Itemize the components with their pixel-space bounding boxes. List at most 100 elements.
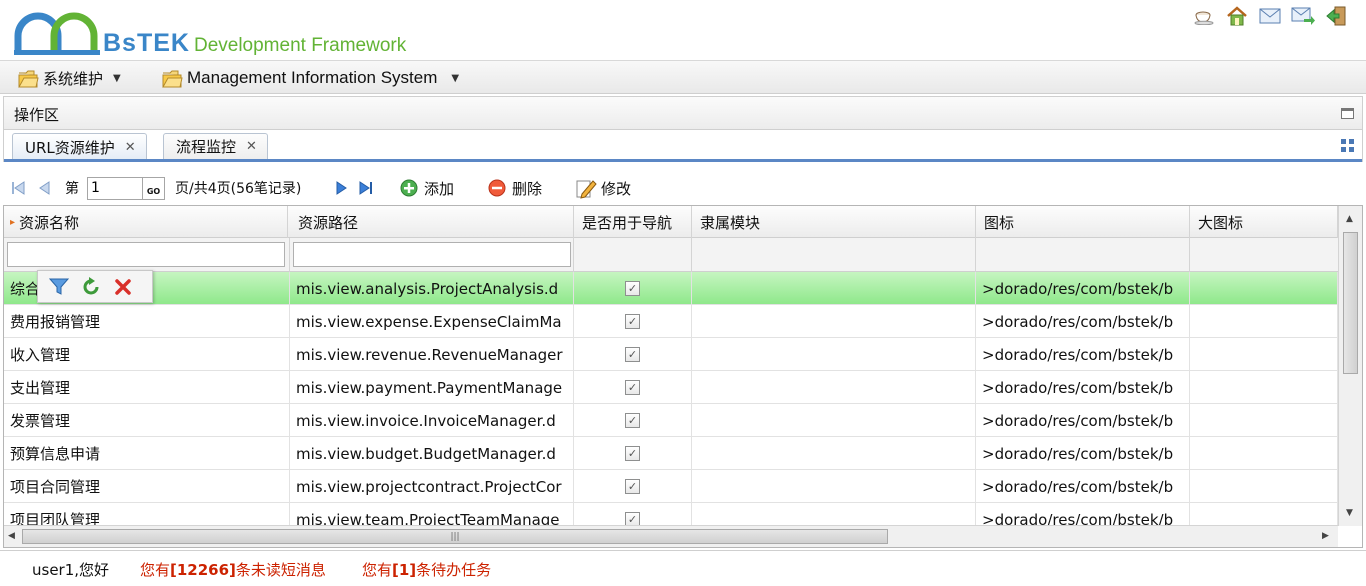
cell-icon[interactable]: >dorado/res/com/bstek/b — [976, 437, 1190, 470]
cell-module[interactable] — [692, 503, 976, 526]
cell-nav[interactable]: ✓ — [574, 470, 692, 503]
cell-big-icon[interactable] — [1190, 404, 1338, 437]
tab-process-monitor[interactable]: 流程监控 ✕ — [163, 133, 268, 159]
pending-tasks-link[interactable]: 您有[1]条待办任务 — [362, 559, 491, 580]
horizontal-scrollbar[interactable]: ◀ ||| ▶ — [4, 525, 1338, 547]
cell-name[interactable]: 支出管理 — [4, 371, 290, 404]
cell-big-icon[interactable] — [1190, 371, 1338, 404]
prev-page-button[interactable] — [37, 176, 53, 200]
menu-mis[interactable]: Management Information System ▼ — [162, 66, 459, 90]
first-page-button[interactable] — [9, 176, 27, 200]
cell-path[interactable]: mis.view.projectcontract.ProjectCor — [290, 470, 574, 503]
cell-nav[interactable]: ✓ — [574, 371, 692, 404]
cell-icon[interactable]: >dorado/res/com/bstek/b — [976, 503, 1190, 526]
cell-name[interactable]: 收入管理 — [4, 338, 290, 371]
unread-messages-link[interactable]: 您有[12266]条未读短消息 — [140, 559, 326, 580]
cell-name[interactable]: 费用报销管理 — [4, 305, 290, 338]
cell-big-icon[interactable] — [1190, 338, 1338, 371]
cell-icon[interactable]: >dorado/res/com/bstek/b — [976, 305, 1190, 338]
go-button[interactable]: GO — [143, 176, 165, 200]
name-filter-input[interactable] — [7, 242, 285, 267]
column-header-module[interactable]: 隶属模块 — [692, 206, 976, 238]
table-row[interactable]: 项目合同管理 mis.view.projectcontract.ProjectCo… — [4, 470, 1338, 503]
cell-path[interactable]: mis.view.revenue.RevenueManager — [290, 338, 574, 371]
cell-nav[interactable]: ✓ — [574, 404, 692, 437]
vertical-scrollbar[interactable]: ▲ ▼ — [1338, 206, 1362, 526]
cell-big-icon[interactable] — [1190, 272, 1338, 305]
nav-checkbox[interactable]: ✓ — [625, 446, 640, 461]
cell-nav[interactable]: ✓ — [574, 503, 692, 526]
cell-name[interactable]: 项目合同管理 — [4, 470, 290, 503]
page-number-input[interactable] — [87, 176, 143, 200]
cell-path[interactable]: mis.view.payment.PaymentManage — [290, 371, 574, 404]
cell-name[interactable]: 发票管理 — [4, 404, 290, 437]
nav-checkbox[interactable]: ✓ — [625, 479, 640, 494]
column-header-icon[interactable]: 图标 — [976, 206, 1190, 238]
cell-icon[interactable]: >dorado/res/com/bstek/b — [976, 404, 1190, 437]
cell-module[interactable] — [692, 437, 976, 470]
cell-path[interactable]: mis.view.budget.BudgetManager.d — [290, 437, 574, 470]
cell-nav[interactable]: ✓ — [574, 338, 692, 371]
column-header-name[interactable]: ▸ 资源名称 — [4, 206, 288, 238]
nav-checkbox[interactable]: ✓ — [625, 347, 640, 362]
delete-button[interactable]: 删除 — [487, 176, 542, 200]
mail-forward-icon[interactable] — [1290, 5, 1315, 27]
scroll-down-icon[interactable]: ▼ — [1346, 508, 1353, 518]
menu-system-maintenance[interactable]: 系统维护 ▼ — [18, 66, 121, 90]
nav-checkbox[interactable]: ✓ — [625, 413, 640, 428]
cell-module[interactable] — [692, 272, 976, 305]
tab-list-icon[interactable] — [1341, 139, 1354, 156]
cell-module[interactable] — [692, 470, 976, 503]
cell-module[interactable] — [692, 404, 976, 437]
filter-icon[interactable] — [48, 276, 70, 298]
clear-icon[interactable] — [112, 276, 134, 298]
column-header-path[interactable]: 资源路径 — [290, 206, 574, 238]
table-row[interactable]: 预算信息申请 mis.view.budget.BudgetManager.d ✓ >d… — [4, 437, 1338, 470]
scroll-left-icon[interactable]: ◀ — [8, 531, 15, 541]
cell-big-icon[interactable] — [1190, 470, 1338, 503]
column-header-big-icon[interactable]: 大图标 — [1190, 206, 1338, 238]
cell-module[interactable] — [692, 305, 976, 338]
nav-checkbox[interactable]: ✓ — [625, 281, 640, 296]
table-row[interactable]: 发票管理 mis.view.invoice.InvoiceManager.d ✓ >d… — [4, 404, 1338, 437]
close-icon[interactable]: ✕ — [125, 140, 136, 155]
cell-path[interactable]: mis.view.invoice.InvoiceManager.d — [290, 404, 574, 437]
cell-module[interactable] — [692, 371, 976, 404]
exit-icon[interactable] — [1323, 5, 1348, 27]
close-icon[interactable]: ✕ — [246, 139, 257, 154]
nav-checkbox[interactable]: ✓ — [625, 512, 640, 526]
maximize-icon[interactable] — [1341, 108, 1354, 119]
cell-icon[interactable]: >dorado/res/com/bstek/b — [976, 272, 1190, 305]
nav-checkbox[interactable]: ✓ — [625, 380, 640, 395]
cell-nav[interactable]: ✓ — [574, 272, 692, 305]
table-row[interactable]: 项目团队管理 mis.view.team.ProjectTeamManage ✓ >d… — [4, 503, 1338, 526]
scroll-up-icon[interactable]: ▲ — [1346, 214, 1353, 224]
coffee-cup-icon[interactable] — [1191, 5, 1216, 27]
cell-nav[interactable]: ✓ — [574, 437, 692, 470]
cell-path[interactable]: mis.view.expense.ExpenseClaimMa — [290, 305, 574, 338]
cell-path[interactable]: mis.view.team.ProjectTeamManage — [290, 503, 574, 526]
table-row[interactable]: 支出管理 mis.view.payment.PaymentManage ✓ >dora… — [4, 371, 1338, 404]
cell-name[interactable]: 项目团队管理 — [4, 503, 290, 526]
last-page-button[interactable] — [357, 176, 377, 200]
scroll-right-icon[interactable]: ▶ — [1322, 531, 1329, 541]
cell-module[interactable] — [692, 338, 976, 371]
vertical-scroll-thumb[interactable] — [1343, 232, 1358, 374]
tab-url-resource[interactable]: URL资源维护 ✕ — [12, 133, 147, 160]
add-button[interactable]: 添加 — [399, 176, 454, 200]
table-row[interactable]: 费用报销管理 mis.view.expense.ExpenseClaimMa ✓ >d… — [4, 305, 1338, 338]
edit-button[interactable]: 修改 — [575, 176, 631, 200]
cell-big-icon[interactable] — [1190, 437, 1338, 470]
column-header-nav[interactable]: 是否用于导航 — [574, 206, 692, 238]
table-row[interactable]: 综合 mis.view.analysis.ProjectAnalysis.d ✓ >d… — [4, 272, 1338, 305]
path-filter-input[interactable] — [293, 242, 571, 267]
next-page-button[interactable] — [333, 176, 349, 200]
nav-checkbox[interactable]: ✓ — [625, 314, 640, 329]
mail-icon[interactable] — [1257, 5, 1282, 27]
horizontal-scroll-thumb[interactable]: ||| — [22, 529, 888, 544]
cell-big-icon[interactable] — [1190, 305, 1338, 338]
cell-icon[interactable]: >dorado/res/com/bstek/b — [976, 470, 1190, 503]
cell-icon[interactable]: >dorado/res/com/bstek/b — [976, 371, 1190, 404]
cell-path[interactable]: mis.view.analysis.ProjectAnalysis.d — [290, 272, 574, 305]
home-icon[interactable] — [1224, 5, 1249, 27]
